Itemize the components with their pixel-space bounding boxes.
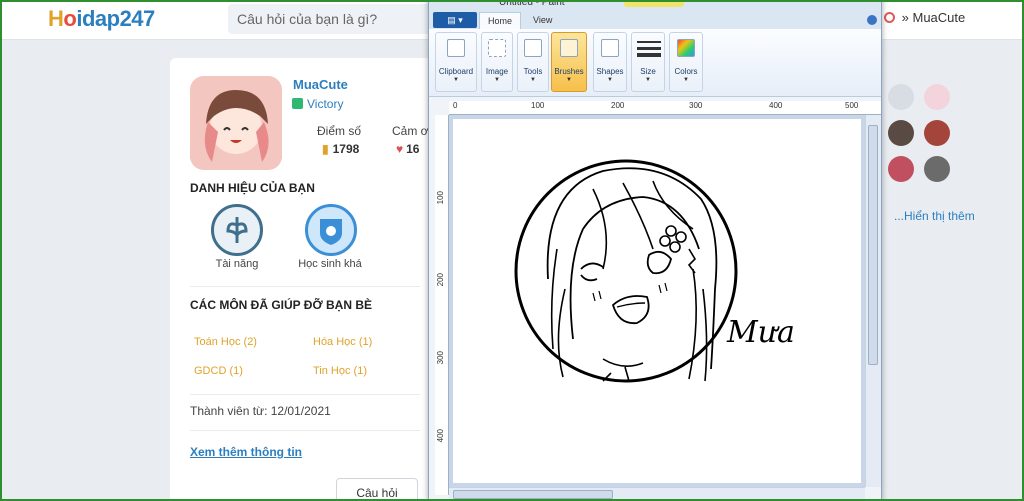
tab-view[interactable]: View [525, 12, 560, 29]
avatar [190, 76, 282, 170]
score-label: Điểm số [317, 124, 362, 138]
pencil-icon [524, 39, 542, 57]
ribbon-tabs: ▤ ▾ Home View [429, 11, 881, 29]
canvas-area: Mưa [449, 115, 865, 487]
shapes-icon [601, 39, 619, 57]
friend-avatar[interactable] [888, 156, 914, 182]
search-input[interactable]: Câu hỏi của bạn là gì? [228, 4, 438, 34]
score-value: ▮ 1798 [322, 142, 360, 156]
friend-avatar[interactable] [888, 120, 914, 146]
divider [190, 286, 420, 287]
friend-avatar[interactable] [924, 156, 950, 182]
paint-title: Untitled - Paint [499, 0, 565, 8]
horizontal-scrollbar[interactable] [449, 487, 865, 501]
brush-icon [560, 39, 578, 57]
shield-badge-icon [305, 204, 357, 256]
show-more-link[interactable]: ...Hiển thị thêm [894, 209, 975, 223]
size-button[interactable]: Size ▼ [631, 32, 665, 92]
friend-avatar[interactable] [924, 120, 950, 146]
divider [190, 394, 420, 395]
scroll-thumb[interactable] [453, 490, 613, 499]
scroll-thumb[interactable] [868, 125, 878, 365]
score-icon: ▮ [322, 142, 329, 156]
chevron-icon: » [901, 10, 909, 25]
file-menu-button[interactable]: ▤ ▾ [433, 12, 477, 28]
brushes-button[interactable]: Brushes ▼ [551, 32, 587, 92]
size-icon [637, 41, 661, 57]
subjects-heading: CÁC MÔN ĐÃ GIÚP ĐỠ BẠN BÈ [190, 298, 373, 312]
tools-button[interactable]: Tools ▼ [517, 32, 549, 92]
header-username: MuaCute [912, 10, 966, 25]
badge-label-talent: Tài năng [215, 258, 259, 270]
thanks-label: Cảm ơ [392, 124, 429, 138]
notification-icon[interactable] [884, 12, 895, 23]
colors-button[interactable]: Colors ▼ [669, 32, 703, 92]
subject-chemistry[interactable]: Hóa Học (1) [313, 336, 372, 348]
clipboard-button[interactable]: Clipboard ▼ [435, 32, 477, 92]
paint-window[interactable]: Untitled - Paint ▤ ▾ Home View Clipboard… [428, 0, 882, 501]
profile-card: MuaCute Victory Điểm số ▮ 1798 Cảm ơ ♥ 16 … [170, 58, 438, 501]
subject-civics[interactable]: GDCD (1) [194, 365, 243, 377]
rank-icon [292, 98, 303, 109]
subject-informatics[interactable]: Tin Học (1) [313, 365, 367, 377]
horizontal-ruler: 0 100 200 300 400 500 [449, 101, 881, 115]
anime-girl-drawing [514, 159, 738, 383]
thanks-value: ♥ 16 [396, 142, 420, 156]
image-button[interactable]: Image ▼ [481, 32, 513, 92]
divider [190, 430, 420, 431]
paint-titlebar[interactable]: Untitled - Paint [429, 0, 881, 11]
drawing-signature: Mưa [727, 315, 795, 350]
profile-username[interactable]: MuaCute [293, 77, 348, 92]
subject-math[interactable]: Toán Học (2) [194, 336, 257, 348]
help-icon[interactable] [867, 15, 877, 25]
badge-label-good-student: Học sinh khá [298, 258, 362, 270]
user-menu[interactable]: » MuaCute [884, 10, 965, 25]
titles-heading: DANH HIỆU CỦA BẠN [190, 181, 315, 195]
member-since: Thành viên từ: 12/01/2021 [190, 404, 331, 418]
site-logo[interactable]: Hoidap247 [48, 6, 155, 32]
window-controls[interactable] [624, 0, 684, 7]
vertical-scrollbar[interactable] [865, 115, 881, 487]
friend-avatar[interactable] [888, 84, 914, 110]
select-icon [488, 39, 506, 57]
clipboard-icon [447, 39, 465, 57]
shapes-button[interactable]: Shapes ▼ [593, 32, 627, 92]
palette-icon [677, 39, 695, 57]
questions-button[interactable]: Câu hỏi [336, 478, 418, 501]
rank-label: Victory [292, 97, 343, 111]
ribbon: Clipboard ▼ Image ▼ Tools ▼ Brushes ▼ Shapes… [429, 29, 881, 97]
vertical-ruler: 100 200 300 400 [435, 115, 449, 495]
drawing-canvas[interactable]: Mưa [453, 119, 861, 483]
heart-icon: ♥ [396, 142, 404, 156]
more-info-link[interactable]: Xem thêm thông tin [190, 445, 302, 459]
leaf-badge-icon [211, 204, 263, 256]
friend-avatar[interactable] [924, 84, 950, 110]
tab-home[interactable]: Home [479, 12, 522, 29]
